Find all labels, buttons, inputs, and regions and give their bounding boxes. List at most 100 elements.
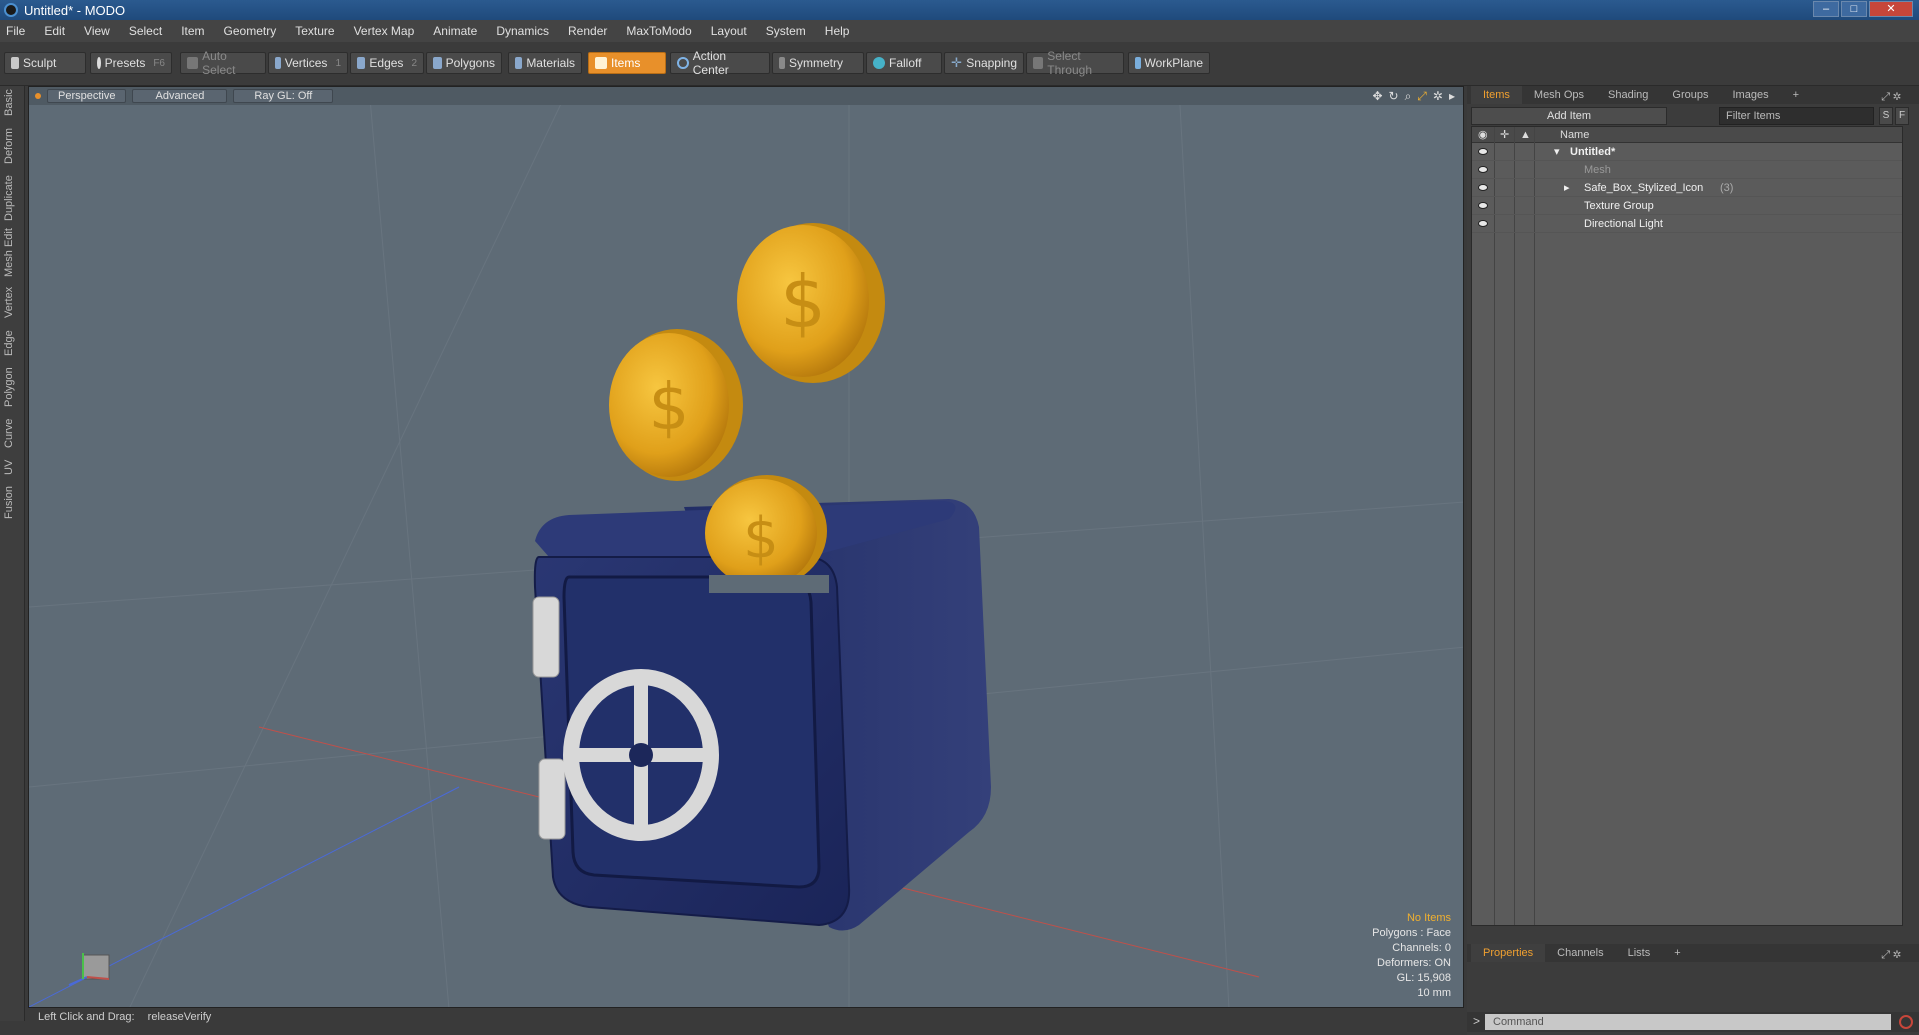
tab-images[interactable]: Images xyxy=(1721,86,1781,104)
f-filter-button[interactable]: F xyxy=(1895,107,1909,125)
safe-hinge-bottom xyxy=(538,758,566,840)
zoom-view-icon[interactable]: ⌕ xyxy=(1405,89,1412,104)
close-button[interactable]: ✕ xyxy=(1869,1,1913,17)
menu-file[interactable]: File xyxy=(6,24,25,38)
tab-mesh-ops[interactable]: Mesh Ops xyxy=(1522,86,1596,104)
s-filter-button[interactable]: S xyxy=(1879,107,1893,125)
tab-basic[interactable]: Basic xyxy=(3,86,21,120)
menu-vertex-map[interactable]: Vertex Map xyxy=(354,24,415,38)
rotate-view-icon[interactable]: ↻ xyxy=(1389,89,1399,104)
select-through-button[interactable]: Select Through xyxy=(1026,49,1124,77)
command-input[interactable]: Command xyxy=(1485,1014,1891,1030)
snapping-icon: ✛ xyxy=(951,55,962,70)
tab-vertex[interactable]: Vertex xyxy=(3,282,21,322)
menu-select[interactable]: Select xyxy=(129,24,162,38)
channels-label: Channels: 0 xyxy=(1392,942,1451,954)
3d-viewport[interactable]: $ $ $ Perspective Advanced Ray GL: Off ✥… xyxy=(28,86,1464,1008)
symmetry-button[interactable]: Symmetry xyxy=(772,52,864,74)
tree-row-safe-box[interactable]: ▸ Safe_Box_Stylized_Icon (3) xyxy=(1472,179,1902,197)
expand-arrow-icon[interactable]: ▸ xyxy=(1564,179,1570,197)
viewport-nav-icons: ✥ ↻ ⌕ ⤢ ✲ ▸ xyxy=(1372,89,1455,104)
tree-row-texture-group[interactable]: Texture Group xyxy=(1472,197,1902,215)
gl-count-label: GL: 15,908 xyxy=(1396,972,1451,984)
tab-properties[interactable]: Properties xyxy=(1471,944,1546,962)
workplane-button[interactable]: WorkPlane xyxy=(1128,52,1210,74)
eye-icon[interactable] xyxy=(1478,202,1488,209)
raygl-button[interactable]: Ray GL: Off xyxy=(233,89,334,103)
polygons-icon xyxy=(433,57,442,69)
tab-groups[interactable]: Groups xyxy=(1660,86,1720,104)
add-tab-button[interactable]: + xyxy=(1781,86,1811,104)
tab-shading[interactable]: Shading xyxy=(1596,86,1660,104)
menu-view[interactable]: View xyxy=(84,24,110,38)
menu-help[interactable]: Help xyxy=(825,24,850,38)
maximize-button[interactable]: □ xyxy=(1841,1,1867,17)
falloff-icon xyxy=(873,57,885,69)
presets-button[interactable]: Presets F6 xyxy=(90,52,172,74)
eye-icon[interactable] xyxy=(1478,148,1488,155)
move-view-icon[interactable]: ✥ xyxy=(1372,89,1382,104)
items-panel-tabs: Items Mesh Ops Shading Groups Images + ⤢… xyxy=(1467,86,1919,104)
menu-geometry[interactable]: Geometry xyxy=(224,24,277,38)
menu-item[interactable]: Item xyxy=(181,24,204,38)
add-bottom-tab-button[interactable]: + xyxy=(1662,944,1692,962)
tab-uv[interactable]: UV xyxy=(3,456,21,478)
view-menu-arrow-icon[interactable]: ▸ xyxy=(1449,89,1455,104)
expand-arrow-icon[interactable]: ▾ xyxy=(1554,143,1560,161)
deformers-label: Deformers: ON xyxy=(1377,957,1451,969)
tab-items[interactable]: Items xyxy=(1471,86,1522,104)
tab-deform[interactable]: Deform xyxy=(3,124,21,168)
tab-lists[interactable]: Lists xyxy=(1616,944,1663,962)
command-stop-icon[interactable] xyxy=(1899,1015,1913,1029)
viewport-header: Perspective Advanced Ray GL: Off xyxy=(29,87,1463,105)
items-button[interactable]: Items xyxy=(588,52,666,74)
select-through-icon xyxy=(1033,57,1044,69)
sculpt-button[interactable]: Sculpt xyxy=(4,52,86,74)
items-icon xyxy=(595,57,607,69)
tab-channels[interactable]: Channels xyxy=(1545,944,1615,962)
tree-row-directional-light[interactable]: Directional Light xyxy=(1472,215,1902,233)
panel-expand-icon[interactable]: ⤢ ✲ xyxy=(1869,88,1913,106)
eye-icon[interactable] xyxy=(1478,220,1488,227)
perspective-button[interactable]: Perspective xyxy=(47,89,127,103)
menu-maxtomodo[interactable]: MaxToModo xyxy=(626,24,691,38)
menu-layout[interactable]: Layout xyxy=(711,24,747,38)
tab-polygon[interactable]: Polygon xyxy=(3,364,21,410)
menu-system[interactable]: System xyxy=(766,24,806,38)
eye-icon[interactable] xyxy=(1478,166,1488,173)
auto-select-button[interactable]: Auto Select xyxy=(180,49,266,77)
tab-curve[interactable]: Curve xyxy=(3,414,21,452)
action-center-button[interactable]: Action Center xyxy=(670,49,770,77)
menu-dynamics[interactable]: Dynamics xyxy=(496,24,549,38)
menu-texture[interactable]: Texture xyxy=(295,24,334,38)
falloff-button[interactable]: Falloff xyxy=(866,52,942,74)
menu-render[interactable]: Render xyxy=(568,24,607,38)
menu-edit[interactable]: Edit xyxy=(44,24,65,38)
tree-row-untitled[interactable]: ▾ Untitled* xyxy=(1472,143,1902,161)
edges-button[interactable]: Edges 2 xyxy=(350,52,424,74)
name-column-header[interactable]: Name xyxy=(1560,127,1589,143)
snapping-button[interactable]: ✛ Snapping xyxy=(944,52,1024,74)
tree-row-mesh[interactable]: Mesh xyxy=(1472,161,1902,179)
materials-button[interactable]: Materials xyxy=(508,52,582,74)
shading-button[interactable]: Advanced xyxy=(132,89,228,103)
minimize-button[interactable]: – xyxy=(1813,1,1839,17)
menu-animate[interactable]: Animate xyxy=(433,24,477,38)
command-bar: > Command xyxy=(1467,1012,1919,1032)
tab-fusion[interactable]: Fusion xyxy=(3,482,21,522)
eye-icon[interactable] xyxy=(1478,184,1488,191)
maximize-view-icon[interactable]: ⤢ xyxy=(1417,89,1427,104)
tab-edge[interactable]: Edge xyxy=(3,326,21,360)
tab-duplicate[interactable]: Duplicate xyxy=(3,172,21,224)
main-toolbar: Sculpt Presets F6 Auto Select Vertices 1 E… xyxy=(0,42,1919,86)
vertices-button[interactable]: Vertices 1 xyxy=(268,52,348,74)
properties-expand-icon[interactable]: ⤢ ✲ xyxy=(1869,946,1913,964)
lock-column-icon: ✛ xyxy=(1500,129,1510,141)
scene-item-label: Untitled* xyxy=(1570,146,1616,158)
tab-mesh-edit[interactable]: Mesh Edit xyxy=(3,228,21,278)
viewport-dot-icon xyxy=(35,93,41,99)
add-item-dropdown[interactable]: Add Item xyxy=(1471,107,1667,125)
view-settings-icon[interactable]: ✲ xyxy=(1433,89,1443,104)
polygons-button[interactable]: Polygons xyxy=(426,52,502,74)
filter-items-input[interactable]: Filter Items xyxy=(1719,107,1874,125)
